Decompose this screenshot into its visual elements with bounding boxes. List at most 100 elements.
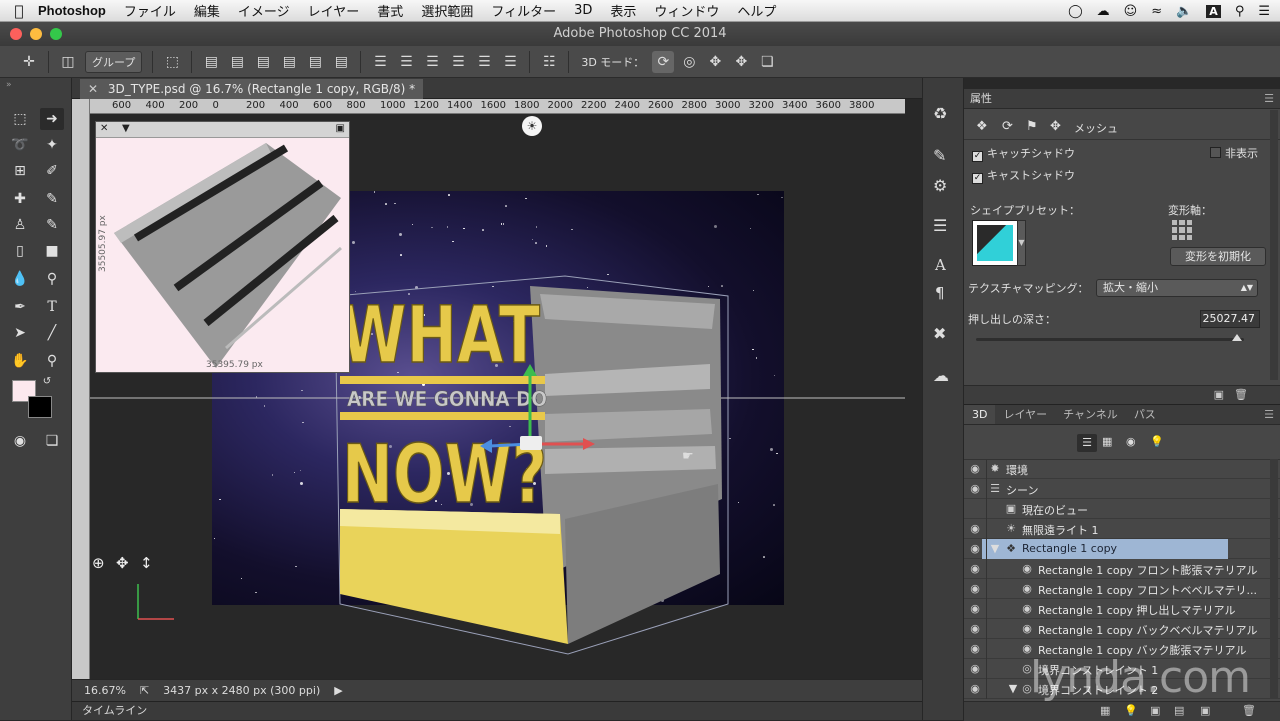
filter-materials-icon[interactable]: ◉	[1126, 435, 1136, 448]
invisible-checkbox[interactable]: 非表示	[1210, 145, 1258, 161]
auto-align-icon[interactable]: ☷	[538, 51, 560, 73]
secondary-view-window[interactable]: ✕ ▼ ▣ 35505.97 px 35395.79 px	[95, 121, 350, 373]
history-panel-icon[interactable]: ♻	[933, 104, 947, 123]
align-bottom-icon[interactable]: ▤	[252, 51, 274, 73]
path-selection-tool-icon[interactable]: ➤	[8, 322, 32, 344]
3d-panel-scrollbar[interactable]	[1270, 459, 1278, 699]
close-document-icon[interactable]: ✕	[88, 82, 98, 96]
drag-3d-icon[interactable]: ✥	[704, 51, 726, 73]
menu-file[interactable]: ファイル	[124, 1, 176, 20]
expand-triangle-icon[interactable]: ▼	[1006, 682, 1020, 696]
texture-mapping-dropdown[interactable]: 拡大・縮小 ▲▼	[1096, 279, 1258, 297]
cast-shadow-checkbox[interactable]: ✓ キャストシャドウ	[972, 167, 1075, 184]
auto-select-layers-icon[interactable]: ◫	[57, 51, 79, 73]
move-tool-icon[interactable]: ➜	[40, 108, 64, 130]
properties-cap-tab-icon[interactable]: ⚑	[1026, 119, 1038, 134]
menu-window[interactable]: ウィンドウ	[654, 1, 719, 20]
zoom-level[interactable]: 16.67%	[84, 684, 126, 697]
notification-list-icon[interactable]: ☰	[1258, 4, 1270, 19]
filter-lights-icon[interactable]: 💡	[1150, 435, 1164, 448]
tool-presets-icon[interactable]: ✖	[933, 324, 946, 343]
close-window-button[interactable]	[10, 28, 22, 40]
menu-3d[interactable]: 3D	[574, 3, 592, 18]
pan-camera-icon[interactable]: ✥	[116, 554, 129, 572]
secondary-view-menu-icon[interactable]: ▼	[122, 123, 130, 134]
menu-help[interactable]: ヘルプ	[737, 1, 776, 20]
panel-menu-icon[interactable]: ☰	[1264, 89, 1274, 109]
app-menu[interactable]: Photoshop	[38, 3, 106, 18]
libraries-panel-icon[interactable]: ☁	[933, 366, 949, 385]
blur-tool-icon[interactable]: 💧	[8, 268, 32, 290]
eraser-tool-icon[interactable]: ▯	[8, 240, 32, 262]
move-tool-preset-icon[interactable]: ✛	[18, 51, 40, 73]
trash-icon[interactable]: 🗑	[1242, 704, 1256, 717]
visibility-eye-icon[interactable]: ◉	[968, 482, 982, 496]
secondary-view-close-icon[interactable]: ✕	[100, 123, 108, 134]
hand-tool-icon[interactable]: ✋	[8, 350, 32, 372]
add-light-icon[interactable]: 💡	[1124, 704, 1138, 717]
timeline-panel-tab[interactable]: タイムライン	[72, 701, 922, 720]
dolly-camera-icon[interactable]: ↕	[140, 554, 153, 572]
character-styles-icon[interactable]: ☰	[933, 216, 947, 235]
tab-3d[interactable]: 3D	[964, 405, 996, 424]
visibility-eye-icon[interactable]: ◉	[968, 602, 982, 616]
gradient-tool-icon[interactable]: ■	[40, 240, 64, 262]
visibility-eye-icon[interactable]: ◉	[968, 522, 982, 536]
quick-select-tool-icon[interactable]: ✦	[40, 134, 64, 156]
auto-select-dropdown[interactable]: グループ	[85, 50, 143, 73]
swap-colors-icon[interactable]: ↺	[40, 374, 54, 388]
healing-brush-tool-icon[interactable]: ✚	[8, 188, 32, 210]
visibility-eye-icon[interactable]: ◉	[968, 562, 982, 576]
catch-shadow-checkbox[interactable]: ✓ キャッチシャドウ	[972, 145, 1075, 162]
menu-select[interactable]: 選択範囲	[421, 1, 473, 20]
status-menu-arrow-icon[interactable]: ▶	[334, 684, 342, 697]
extrusion-depth-input[interactable]: 25027.47	[1200, 310, 1260, 328]
new-constraint-icon[interactable]: ▤	[1174, 704, 1184, 717]
pen-tool-icon[interactable]: ✒	[8, 296, 32, 318]
layer-row-material[interactable]: ◉ ◉ Rectangle 1 copy フロントベベルマテリ...	[964, 579, 1280, 599]
delete-icon[interactable]: 🗑	[1234, 388, 1248, 401]
visibility-eye-icon[interactable]: ◉	[968, 582, 982, 596]
menu-type[interactable]: 書式	[377, 1, 403, 20]
align-vcenter-icon[interactable]: ▤	[226, 51, 248, 73]
apple-menu-icon[interactable]: 	[0, 2, 38, 20]
menu-edit[interactable]: 編集	[194, 1, 220, 20]
render-button-icon[interactable]: ▣	[1150, 704, 1160, 717]
expand-triangle-icon[interactable]: ▼	[988, 542, 1002, 556]
creative-cloud-icon[interactable]: ◯	[1068, 4, 1083, 19]
extrusion-depth-slider[interactable]	[976, 338, 1244, 341]
filter-meshes-icon[interactable]: ▦	[1102, 435, 1112, 448]
layer-row-current-view[interactable]: ▣ 現在のビュー	[964, 499, 1280, 519]
scale-3d-icon[interactable]: ❏	[756, 51, 778, 73]
visibility-eye-icon[interactable]: ◉	[968, 642, 982, 656]
visibility-eye-icon[interactable]: ◉	[968, 542, 982, 556]
menu-layer[interactable]: レイヤー	[308, 1, 360, 20]
type-tool-icon[interactable]: T	[40, 296, 64, 318]
adjustments-panel-icon[interactable]: ⚙	[933, 176, 947, 195]
visibility-eye-icon[interactable]: ◉	[968, 682, 982, 696]
filter-whole-scene-icon[interactable]: ☰	[1077, 434, 1097, 452]
deform-axis-grid-icon[interactable]	[1172, 220, 1192, 240]
layer-row-material[interactable]: ◉ ◉ Rectangle 1 copy 押し出しマテリアル	[964, 599, 1280, 619]
layer-row-material[interactable]: ◉ ◉ Rectangle 1 copy バックベベルマテリアル	[964, 619, 1280, 639]
document-canvas[interactable]: WHAT ARE WE GONNA DO NOW? ☀ ⊕ ✥ ↕ ☛ ✕ ▼ …	[90, 114, 905, 679]
menu-filter[interactable]: フィルター	[491, 1, 556, 20]
brush-tool-icon[interactable]: ✎	[40, 188, 64, 210]
user-icon[interactable]: ☺	[1124, 4, 1138, 19]
distribute-bottom-icon[interactable]: ☰	[421, 51, 443, 73]
zoom-window-button[interactable]	[50, 28, 62, 40]
distribute-top-icon[interactable]: ☰	[369, 51, 391, 73]
properties-scrollbar[interactable]	[1270, 110, 1278, 380]
layer-row-scene[interactable]: ◉ ☰ シーン	[964, 479, 1280, 499]
align-right-icon[interactable]: ▤	[330, 51, 352, 73]
marquee-tool-icon[interactable]: ⬚	[8, 108, 32, 130]
share-icon[interactable]: ⇱	[140, 684, 149, 697]
collapse-toolbar-icon[interactable]: »	[6, 80, 12, 90]
distribute-left-icon[interactable]: ☰	[447, 51, 469, 73]
menu-image[interactable]: イメージ	[238, 1, 290, 20]
wifi-icon[interactable]: ≈	[1151, 4, 1162, 19]
orbit-camera-icon[interactable]: ⊕	[92, 554, 105, 572]
lasso-tool-icon[interactable]: ➰	[8, 134, 32, 156]
align-left-icon[interactable]: ▤	[278, 51, 300, 73]
properties-deform-tab-icon[interactable]: ⟳	[1002, 119, 1013, 134]
